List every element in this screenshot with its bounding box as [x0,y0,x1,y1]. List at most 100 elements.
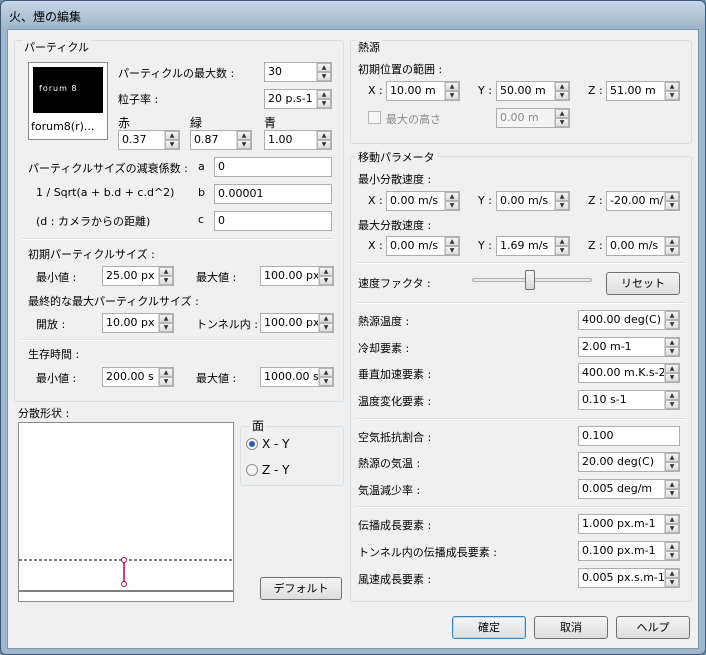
spin-down-icon[interactable]: ▼ [317,140,331,149]
dispersion-canvas[interactable] [18,422,234,602]
spin-up-icon[interactable]: ▲ [665,480,679,489]
tunnel-input[interactable]: 100.00 px ▲ ▼ [260,313,334,333]
spin-down-icon[interactable]: ▼ [159,323,173,332]
air-temp-input[interactable]: 20.00 deg(C) ▲ ▼ [578,452,680,472]
spin-down-icon[interactable]: ▼ [159,276,173,285]
spin-up-icon[interactable]: ▲ [665,453,679,462]
red-input[interactable]: 0.37 ▲ ▼ [118,130,180,150]
spin-down-icon[interactable]: ▼ [665,320,679,329]
spin-down-icon[interactable]: ▼ [317,72,331,81]
max-y-input[interactable]: 1.69 m/s ▲ ▼ [496,236,570,256]
spin-down-icon[interactable]: ▼ [319,323,333,332]
c-input[interactable]: 0 [214,211,332,231]
wind-growth-input[interactable]: 0.005 px.s.m-1 ▲ ▼ [578,568,680,588]
spin-down-icon[interactable]: ▼ [665,347,679,356]
spin-up-icon[interactable]: ▲ [555,109,569,118]
spin-down-icon[interactable]: ▼ [319,276,333,285]
spin-up-icon[interactable]: ▲ [237,131,251,140]
spin-up-icon[interactable]: ▲ [665,338,679,347]
xy-radio[interactable] [246,438,258,450]
spin-down-icon[interactable]: ▼ [665,462,679,471]
spin-down-icon[interactable]: ▼ [165,140,179,149]
spin-down-icon[interactable]: ▼ [665,489,679,498]
green-input[interactable]: 0.87 ▲ ▼ [190,130,252,150]
spin-up-icon[interactable]: ▲ [317,63,331,72]
rate-input[interactable]: 20 p.s-1 ▲ ▼ [264,89,332,109]
max-height-checkbox[interactable] [368,111,381,124]
spin-up-icon[interactable]: ▲ [159,267,173,276]
temp-change-input[interactable]: 0.10 s-1 ▲ ▼ [578,390,680,410]
spin-up-icon[interactable]: ▲ [159,314,173,323]
tunnel-prop-input[interactable]: 0.100 px.m-1 ▲ ▼ [578,541,680,561]
spin-down-icon[interactable]: ▼ [445,201,459,210]
slider-thumb[interactable] [525,270,535,290]
b-input[interactable]: 0.00001 [214,184,332,204]
max-height-input[interactable]: 0.00 m ▲ ▼ [496,108,570,128]
max-count-input[interactable]: 30 ▲ ▼ [264,62,332,82]
reset-button[interactable]: リセット [606,272,680,295]
spin-up-icon[interactable]: ▲ [555,192,569,201]
spin-up-icon[interactable]: ▲ [665,515,679,524]
speed-factor-slider[interactable] [472,268,592,292]
spin-up-icon[interactable]: ▲ [665,542,679,551]
spin-down-icon[interactable]: ▼ [317,99,331,108]
spin-down-icon[interactable]: ▼ [665,91,679,100]
spin-up-icon[interactable]: ▲ [445,192,459,201]
spin-down-icon[interactable]: ▼ [665,524,679,533]
spin-down-icon[interactable]: ▼ [445,91,459,100]
cooling-input[interactable]: 2.00 m-1 ▲ ▼ [578,337,680,357]
spin-up-icon[interactable]: ▲ [319,267,333,276]
spin-up-icon[interactable]: ▲ [665,311,679,320]
spin-down-icon[interactable]: ▼ [159,377,173,386]
zy-label[interactable]: Z - Y [262,463,290,477]
spin-up-icon[interactable]: ▲ [319,368,333,377]
spin-down-icon[interactable]: ▼ [665,201,679,210]
spin-up-icon[interactable]: ▲ [165,131,179,140]
vert-accel-input[interactable]: 400.00 m.K.s-2 ▲ ▼ [578,363,680,383]
spin-down-icon[interactable]: ▼ [665,246,679,255]
help-button[interactable]: ヘルプ [616,616,690,639]
spin-up-icon[interactable]: ▲ [159,368,173,377]
max-z-input[interactable]: 0.00 m/s ▲ ▼ [606,236,680,256]
spin-down-icon[interactable]: ▼ [237,140,251,149]
source-y-input[interactable]: 50.00 m ▲ ▼ [496,81,570,101]
spin-down-icon[interactable]: ▼ [665,551,679,560]
cancel-button[interactable]: 取消 [534,616,608,639]
open-input[interactable]: 10.00 px ▲ ▼ [102,313,174,333]
spin-down-icon[interactable]: ▼ [555,246,569,255]
init-max-input[interactable]: 100.00 px ▲ ▼ [260,266,334,286]
spin-down-icon[interactable]: ▼ [665,400,679,409]
min-y-input[interactable]: 0.00 m/s ▲ ▼ [496,191,570,211]
life-min-input[interactable]: 200.00 s ▲ ▼ [102,367,174,387]
spin-up-icon[interactable]: ▲ [665,192,679,201]
spin-down-icon[interactable]: ▼ [319,377,333,386]
spin-down-icon[interactable]: ▼ [445,246,459,255]
spin-up-icon[interactable]: ▲ [665,364,679,373]
source-temp-input[interactable]: 400.00 deg(C) ▲ ▼ [578,310,680,330]
spin-up-icon[interactable]: ▲ [555,82,569,91]
title-bar[interactable]: 火、煙の編集 [1,1,705,29]
prop-growth-input[interactable]: 1.000 px.m-1 ▲ ▼ [578,514,680,534]
spin-down-icon[interactable]: ▼ [665,578,679,587]
default-button[interactable]: デフォルト [260,577,342,600]
spin-up-icon[interactable]: ▲ [445,237,459,246]
source-x-input[interactable]: 10.00 m ▲ ▼ [386,81,460,101]
lapse-input[interactable]: 0.005 deg/m ▲ ▼ [578,479,680,499]
xy-label[interactable]: X - Y [262,437,290,451]
max-x-input[interactable]: 0.00 m/s ▲ ▼ [386,236,460,256]
spin-up-icon[interactable]: ▲ [445,82,459,91]
blue-input[interactable]: 1.00 ▲ ▼ [264,130,332,150]
min-x-input[interactable]: 0.00 m/s ▲ ▼ [386,191,460,211]
spin-down-icon[interactable]: ▼ [555,91,569,100]
source-z-input[interactable]: 51.00 m ▲ ▼ [606,81,680,101]
spin-up-icon[interactable]: ▲ [317,131,331,140]
spin-down-icon[interactable]: ▼ [555,201,569,210]
texture-dropdown-arrow-icon[interactable] [94,96,102,101]
air-resist-input[interactable]: 0.100 [578,426,680,446]
spin-up-icon[interactable]: ▲ [665,569,679,578]
zy-radio[interactable] [246,464,258,476]
a-input[interactable]: 0 [214,157,332,177]
spin-up-icon[interactable]: ▲ [317,90,331,99]
spin-up-icon[interactable]: ▲ [555,237,569,246]
spin-up-icon[interactable]: ▲ [665,391,679,400]
